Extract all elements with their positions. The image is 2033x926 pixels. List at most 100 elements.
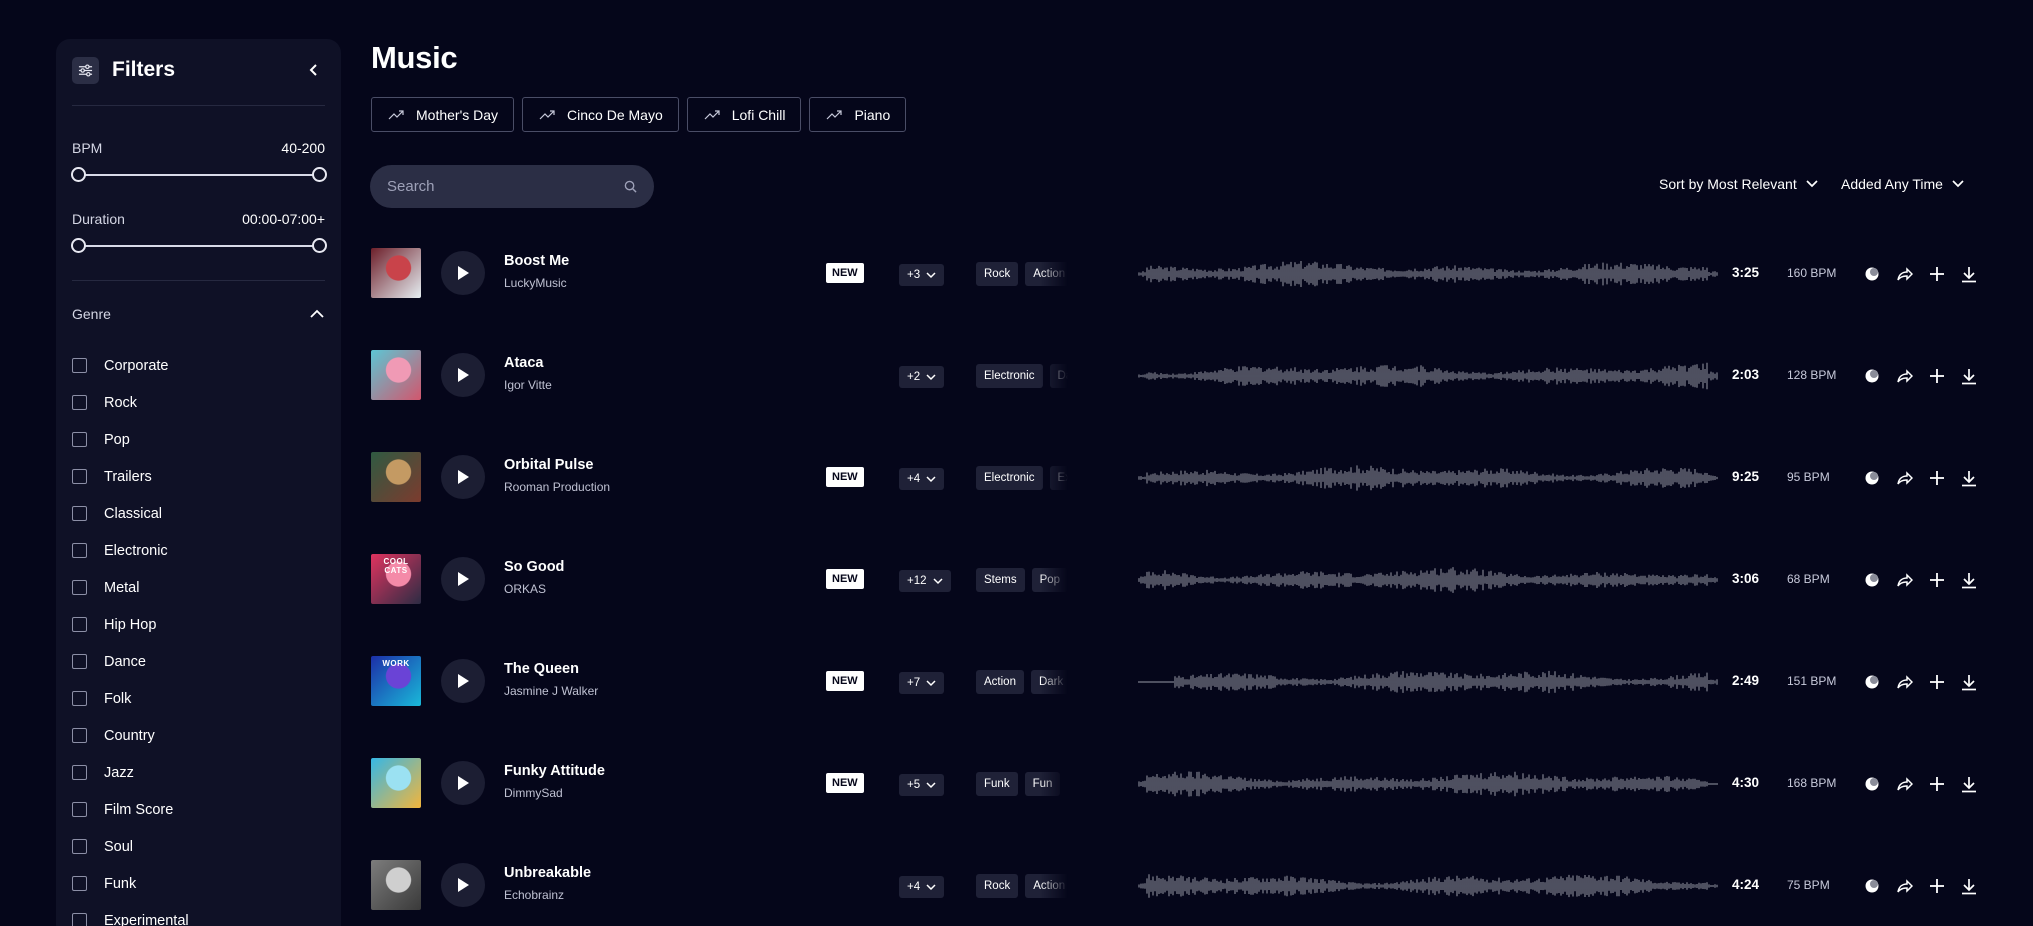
- add-to-playlist-button[interactable]: [1926, 263, 1948, 285]
- download-button[interactable]: [1958, 365, 1980, 387]
- track-artist[interactable]: Jasmine J Walker: [504, 684, 598, 698]
- checkbox[interactable]: [72, 765, 87, 780]
- track-artist[interactable]: DimmySad: [504, 786, 563, 800]
- genre-option[interactable]: Soul: [72, 828, 189, 865]
- track-artist[interactable]: Rooman Production: [504, 480, 610, 494]
- trending-chip[interactable]: Lofi Chill: [686, 97, 802, 132]
- genre-tag[interactable]: Stems: [976, 568, 1025, 592]
- track-title[interactable]: The Queen: [504, 661, 579, 677]
- genre-tag[interactable]: Experimental: [1049, 466, 1068, 490]
- play-button[interactable]: [441, 557, 485, 601]
- trending-chip[interactable]: Cinco De Mayo: [522, 97, 679, 132]
- genre-option[interactable]: Funk: [72, 865, 189, 902]
- genre-toggle[interactable]: Genre: [72, 306, 325, 322]
- duration-slider[interactable]: [71, 238, 327, 254]
- checkbox[interactable]: [72, 469, 87, 484]
- waveform[interactable]: [1138, 462, 1722, 494]
- add-to-playlist-button[interactable]: [1926, 365, 1948, 387]
- trending-chip[interactable]: Piano: [809, 97, 907, 132]
- genre-option[interactable]: Classical: [72, 495, 189, 532]
- album-cover[interactable]: [371, 452, 421, 502]
- checkbox[interactable]: [72, 691, 87, 706]
- genre-tag[interactable]: Dance: [1049, 364, 1068, 388]
- genre-tag[interactable]: Action: [976, 670, 1024, 694]
- genre-option[interactable]: Experimental: [72, 902, 189, 926]
- collapse-sidebar-button[interactable]: [303, 59, 325, 81]
- genre-option[interactable]: Folk: [72, 680, 189, 717]
- waveform[interactable]: [1138, 258, 1722, 290]
- checkbox[interactable]: [72, 839, 87, 854]
- play-button[interactable]: [441, 455, 485, 499]
- checkbox[interactable]: [72, 395, 87, 410]
- genre-tag[interactable]: Electronic: [976, 466, 1043, 490]
- search-bar[interactable]: [370, 165, 654, 208]
- genre-option[interactable]: Film Score: [72, 791, 189, 828]
- share-button[interactable]: [1893, 569, 1915, 591]
- track-title[interactable]: Boost Me: [504, 253, 569, 269]
- bpm-slider[interactable]: [71, 167, 327, 183]
- waveform[interactable]: [1138, 564, 1722, 596]
- track-title[interactable]: Orbital Pulse: [504, 457, 593, 473]
- play-button[interactable]: [441, 251, 485, 295]
- share-button[interactable]: [1893, 263, 1915, 285]
- more-tags-dropdown[interactable]: +4: [899, 468, 945, 490]
- bpm-min-handle[interactable]: [71, 167, 86, 182]
- share-button[interactable]: [1893, 773, 1915, 795]
- genre-tag[interactable]: Rock: [976, 874, 1019, 898]
- checkbox[interactable]: [72, 617, 87, 632]
- add-to-playlist-button[interactable]: [1926, 875, 1948, 897]
- checkbox[interactable]: [72, 913, 87, 926]
- search-input[interactable]: [387, 178, 624, 195]
- search-icon[interactable]: [624, 180, 637, 193]
- share-button[interactable]: [1893, 671, 1915, 693]
- genre-option[interactable]: Jazz: [72, 754, 189, 791]
- track-title[interactable]: Funky Attitude: [504, 763, 605, 779]
- genre-option[interactable]: Pop: [72, 421, 189, 458]
- play-button[interactable]: [441, 659, 485, 703]
- download-button[interactable]: [1958, 263, 1980, 285]
- checkbox[interactable]: [72, 654, 87, 669]
- genre-tag[interactable]: Action: [1025, 874, 1068, 898]
- genre-option[interactable]: Trailers: [72, 458, 189, 495]
- add-to-playlist-button[interactable]: [1926, 467, 1948, 489]
- download-button[interactable]: [1958, 875, 1980, 897]
- add-to-playlist-button[interactable]: [1926, 773, 1948, 795]
- add-to-playlist-button[interactable]: [1926, 569, 1948, 591]
- genre-tag[interactable]: Action: [1025, 262, 1068, 286]
- album-cover[interactable]: [371, 860, 421, 910]
- waveform[interactable]: [1138, 360, 1722, 392]
- more-tags-dropdown[interactable]: +3: [899, 264, 945, 286]
- waveform[interactable]: [1138, 666, 1722, 698]
- checkbox[interactable]: [72, 432, 87, 447]
- genre-option[interactable]: Corporate: [72, 347, 189, 384]
- more-tags-dropdown[interactable]: +2: [899, 366, 945, 388]
- album-cover[interactable]: [371, 248, 421, 298]
- checkbox[interactable]: [72, 802, 87, 817]
- similar-tracks-button[interactable]: [1861, 467, 1883, 489]
- track-artist[interactable]: LuckyMusic: [504, 276, 567, 290]
- track-title[interactable]: Unbreakable: [504, 865, 591, 881]
- genre-tag[interactable]: Fun: [1024, 772, 1061, 796]
- track-artist[interactable]: ORKAS: [504, 582, 546, 596]
- genre-tag[interactable]: Electronic: [976, 364, 1043, 388]
- more-tags-dropdown[interactable]: +5: [899, 774, 945, 796]
- album-cover[interactable]: [371, 758, 421, 808]
- checkbox[interactable]: [72, 580, 87, 595]
- genre-tag[interactable]: Dark: [1030, 670, 1068, 694]
- download-button[interactable]: [1958, 569, 1980, 591]
- share-button[interactable]: [1893, 875, 1915, 897]
- genre-option[interactable]: Rock: [72, 384, 189, 421]
- more-tags-dropdown[interactable]: +12: [899, 570, 951, 592]
- download-button[interactable]: [1958, 671, 1980, 693]
- checkbox[interactable]: [72, 543, 87, 558]
- similar-tracks-button[interactable]: [1861, 263, 1883, 285]
- sort-dropdown[interactable]: Sort by Most Relevant: [1659, 176, 1818, 192]
- duration-min-handle[interactable]: [71, 238, 86, 253]
- genre-option[interactable]: Electronic: [72, 532, 189, 569]
- genre-tag[interactable]: Rock: [976, 262, 1019, 286]
- similar-tracks-button[interactable]: [1861, 875, 1883, 897]
- trending-chip[interactable]: Mother's Day: [371, 97, 515, 132]
- date-added-dropdown[interactable]: Added Any Time: [1841, 176, 1964, 192]
- track-title[interactable]: So Good: [504, 559, 564, 575]
- album-cover[interactable]: [371, 350, 421, 400]
